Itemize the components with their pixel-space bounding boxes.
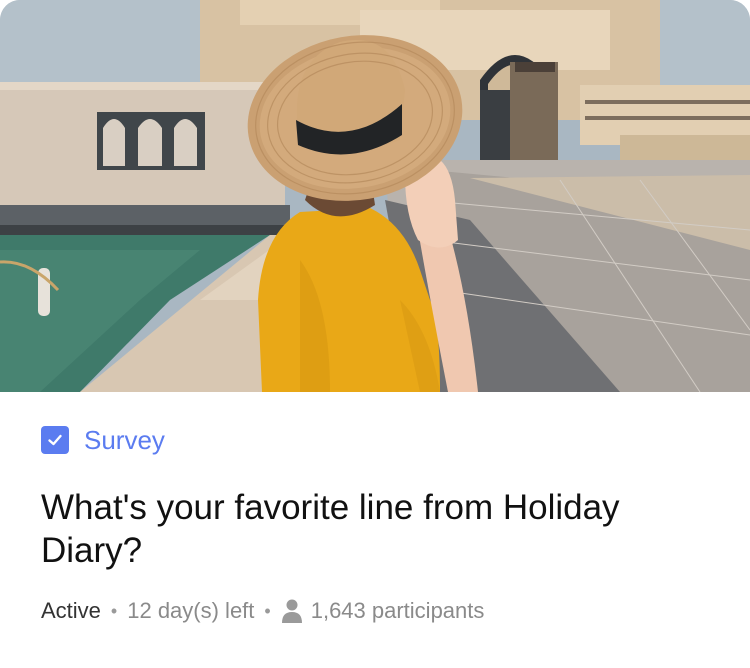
separator-dot: • (264, 601, 271, 621)
time-left-label: 12 day(s) left (127, 598, 255, 623)
hero-image (0, 0, 750, 392)
checkbox-checked-icon (41, 426, 69, 454)
separator-dot: • (110, 601, 118, 621)
survey-type-row: Survey (41, 426, 165, 454)
status-label: Active (41, 598, 101, 623)
survey-type-label: Survey (84, 425, 165, 455)
survey-card[interactable]: Survey What's your favorite line from Ho… (0, 0, 750, 668)
survey-meta: Active • 12 day(s) left • 1,643 particip… (41, 597, 484, 625)
participants-count: 1,643 participants (310, 598, 485, 623)
person-icon (281, 598, 303, 624)
survey-title[interactable]: What's your favorite line from Holiday D… (41, 486, 701, 572)
